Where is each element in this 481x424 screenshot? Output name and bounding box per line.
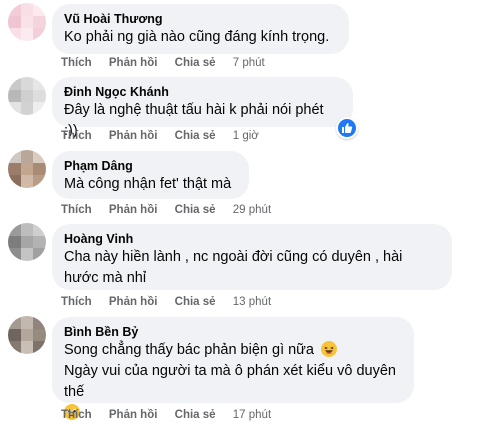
comment-bubble: Vũ Hoài Thương Ko phải ng già nào cũng đ… (52, 4, 349, 54)
comment-author[interactable]: Hoàng Vinh (64, 231, 440, 247)
laughing-emoji-icon (321, 341, 337, 357)
comment-author[interactable]: Bình Bền Bỷ (64, 324, 402, 340)
like-link[interactable]: Thích (61, 130, 92, 142)
share-link[interactable]: Chia sẻ (175, 204, 216, 216)
comment-text-line: Song chẳng thấy bác phản biện gì nữa (64, 340, 402, 361)
reply-link[interactable]: Phản hồi (109, 130, 158, 142)
like-icon (342, 123, 353, 133)
timestamp[interactable]: 29 phút (233, 204, 271, 216)
avatar[interactable] (8, 77, 46, 115)
comment-text-line: Cha này hiền lành , nc ngoài đời cũng có… (64, 249, 403, 265)
comment-actions: Thích Phản hồi Chia sẻ 13 phút (61, 296, 271, 308)
comment-text-line: Ngày vui của người ta mà ô phán xét kiểu… (64, 363, 396, 400)
share-link[interactable]: Chia sẻ (175, 130, 216, 142)
comment-author[interactable]: Vũ Hoài Thương (64, 11, 337, 27)
comment-text: Ko phải ng già nào cũng đáng kính trọng. (64, 29, 330, 45)
timestamp[interactable]: 17 phút (233, 409, 271, 421)
avatar[interactable] (8, 316, 46, 354)
comment-author[interactable]: Phạm Dâng (64, 158, 237, 174)
comment-bubble: Hoàng Vinh Cha này hiền lành , nc ngoài … (52, 224, 452, 290)
comment-actions: Thích Phản hồi Chia sẻ 7 phút (61, 57, 265, 69)
comment-bubble: Đinh Ngọc Khánh Đây là nghệ thuật tấu hà… (52, 77, 353, 139)
comment-actions: Thích Phản hồi Chia sẻ 29 phút (61, 204, 271, 216)
share-link[interactable]: Chia sẻ (175, 57, 216, 69)
timestamp[interactable]: 13 phút (233, 296, 271, 308)
comment-text: Song chẳng thấy bác phản biện gì nữa (64, 342, 314, 358)
like-link[interactable]: Thích (61, 409, 92, 421)
reaction-badge[interactable] (336, 117, 358, 139)
avatar[interactable] (8, 3, 46, 41)
comment-actions: Thích Phản hồi Chia sẻ 1 giờ (61, 130, 259, 142)
like-link[interactable]: Thích (61, 57, 92, 69)
timestamp[interactable]: 7 phút (233, 57, 265, 69)
reply-link[interactable]: Phản hồi (109, 296, 158, 308)
timestamp[interactable]: 1 giờ (233, 130, 259, 142)
comment-bubble: Phạm Dâng Mà công nhận fet' thật mà (52, 151, 249, 199)
reply-link[interactable]: Phản hồi (109, 57, 158, 69)
share-link[interactable]: Chia sẻ (175, 409, 216, 421)
share-link[interactable]: Chia sẻ (175, 296, 216, 308)
comment-text: Mà công nhận fet' thật mà (64, 176, 232, 192)
avatar[interactable] (8, 223, 46, 261)
like-link[interactable]: Thích (61, 296, 92, 308)
comment-actions: Thích Phản hồi Chia sẻ 17 phút (61, 409, 271, 421)
comment-author[interactable]: Đinh Ngọc Khánh (64, 84, 341, 100)
reply-link[interactable]: Phản hồi (109, 409, 158, 421)
avatar[interactable] (8, 150, 46, 188)
comment-text-line: hước mà nhỉ (64, 270, 147, 286)
reply-link[interactable]: Phản hồi (109, 204, 158, 216)
like-link[interactable]: Thích (61, 204, 92, 216)
comment-bubble: Bình Bền Bỷ Song chẳng thấy bác phản biệ… (52, 317, 414, 420)
